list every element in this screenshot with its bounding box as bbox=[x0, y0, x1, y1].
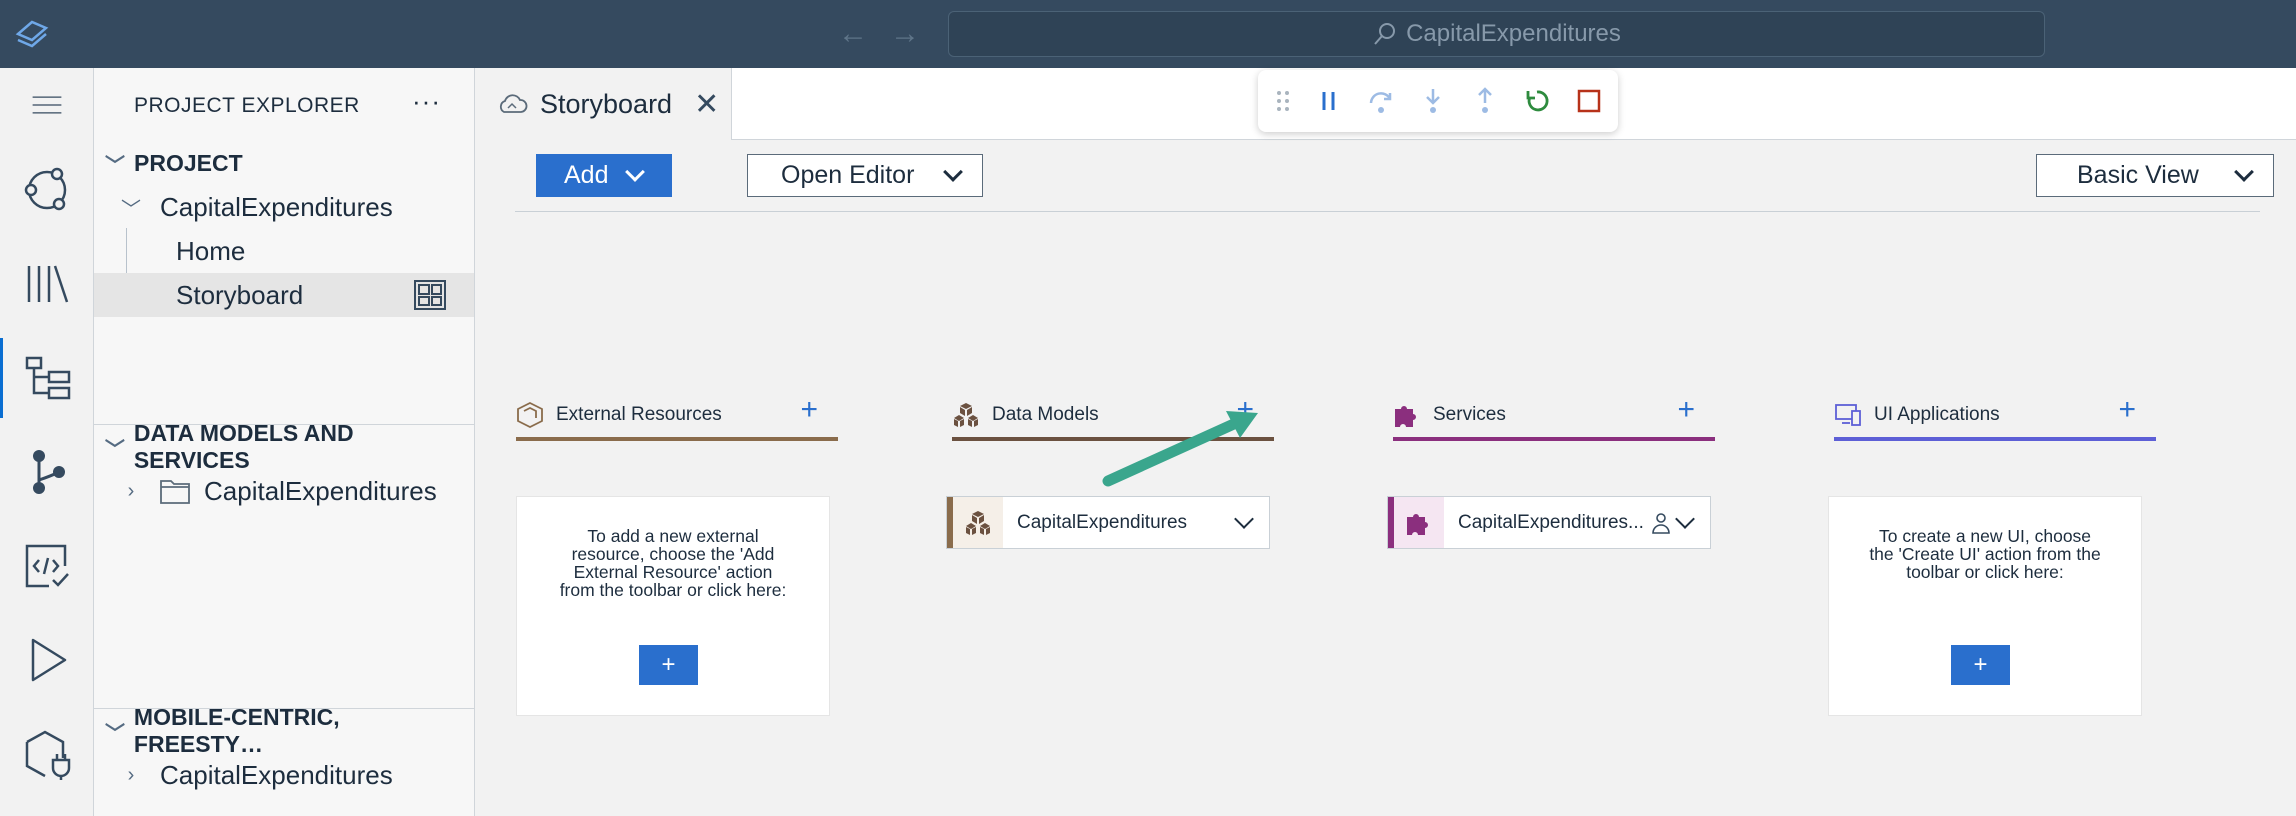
more-options-icon[interactable]: ··· bbox=[412, 86, 441, 117]
debug-toolbar bbox=[1258, 70, 1618, 132]
git-branch-icon bbox=[33, 450, 65, 494]
folder-icon bbox=[160, 480, 190, 504]
refresh-cycle-icon bbox=[24, 167, 67, 211]
back-arrow-icon[interactable]: ← bbox=[836, 18, 870, 50]
annotation-arrow bbox=[1102, 411, 1258, 487]
activity-explorer[interactable] bbox=[0, 338, 94, 418]
storyboard-layout-icon[interactable] bbox=[414, 280, 446, 310]
tree-item-label: CapitalExpenditures bbox=[204, 475, 437, 506]
app-logo-icon[interactable] bbox=[14, 16, 50, 52]
play-icon bbox=[31, 638, 67, 682]
tree-item-project-root[interactable]: ﹀ CapitalExpenditures bbox=[94, 185, 474, 229]
tree-item-label: Storyboard bbox=[176, 279, 304, 310]
section-mobile[interactable]: ﹀ MOBILE-CENTRIC, FREESTY… bbox=[94, 704, 474, 757]
activity-source-control[interactable] bbox=[0, 150, 94, 230]
tree-item-label: CapitalExpenditures bbox=[160, 191, 393, 222]
section-project[interactable]: ﹀ PROJECT bbox=[94, 141, 474, 185]
search-icon bbox=[1374, 23, 1396, 45]
chevron-down-icon: ﹀ bbox=[104, 438, 125, 461]
storyboard-canvas: Add Open Editor Basic View External Reso… bbox=[476, 141, 2296, 816]
chevron-down-icon: ﹀ bbox=[104, 722, 125, 745]
stop-icon[interactable] bbox=[1576, 87, 1602, 115]
activity-git[interactable] bbox=[0, 432, 94, 512]
section-label: DATA MODELS AND SERVICES bbox=[133, 420, 354, 473]
activity-library[interactable] bbox=[0, 244, 94, 324]
activity-extensions[interactable] bbox=[0, 714, 94, 794]
extension-plug-icon bbox=[25, 730, 71, 780]
hierarchy-icon bbox=[25, 356, 70, 400]
explorer-title: PROJECT EXPLORER bbox=[134, 94, 360, 117]
tab-label: Storyboard bbox=[540, 88, 673, 119]
hamburger-icon bbox=[32, 96, 62, 114]
tree-item-home[interactable]: Home bbox=[94, 229, 474, 273]
forward-arrow-icon[interactable]: → bbox=[888, 18, 922, 50]
command-search-input[interactable]: CapitalExpenditures bbox=[948, 11, 2045, 57]
code-check-icon bbox=[25, 544, 69, 588]
step-over-icon[interactable] bbox=[1368, 87, 1394, 115]
tree-item-label: CapitalExpenditures bbox=[160, 759, 393, 790]
menu-button[interactable] bbox=[0, 68, 94, 142]
title-bar: ← → CapitalExpenditures bbox=[0, 0, 2296, 68]
library-icon bbox=[27, 265, 69, 303]
section-label: MOBILE-CENTRIC, FREESTY… bbox=[133, 704, 340, 757]
chevron-right-icon: › bbox=[127, 479, 135, 502]
activity-bar bbox=[0, 68, 94, 816]
chevron-right-icon: › bbox=[127, 763, 135, 786]
drag-handle-icon[interactable] bbox=[1276, 87, 1290, 115]
tree-item-label: Home bbox=[176, 235, 246, 266]
chevron-down-icon: ﹀ bbox=[105, 154, 125, 177]
tab-storyboard[interactable]: Storyboard ✕ bbox=[476, 68, 732, 140]
close-icon[interactable]: ✕ bbox=[694, 87, 719, 122]
chevron-down-icon: ﹀ bbox=[121, 198, 141, 221]
section-data-models[interactable]: ﹀ DATA MODELS AND SERVICES bbox=[94, 420, 474, 473]
activity-run[interactable] bbox=[0, 620, 94, 700]
tree-item-storyboard[interactable]: Storyboard bbox=[94, 273, 474, 317]
tree-item-data-models-folder[interactable]: › CapitalExpenditures bbox=[94, 469, 474, 513]
step-out-icon[interactable] bbox=[1472, 87, 1498, 115]
project-explorer: PROJECT EXPLORER ··· ﹀ PROJECT ﹀ Capital… bbox=[94, 68, 475, 816]
cloud-icon bbox=[499, 94, 528, 113]
section-label: PROJECT bbox=[134, 149, 243, 176]
step-into-icon[interactable] bbox=[1420, 87, 1446, 115]
pause-icon[interactable] bbox=[1316, 87, 1342, 115]
restart-icon[interactable] bbox=[1524, 87, 1550, 115]
tree-item-mobile[interactable]: › CapitalExpenditures bbox=[94, 753, 474, 797]
activity-code-check[interactable] bbox=[0, 526, 94, 606]
search-text: CapitalExpenditures bbox=[1406, 20, 1621, 47]
